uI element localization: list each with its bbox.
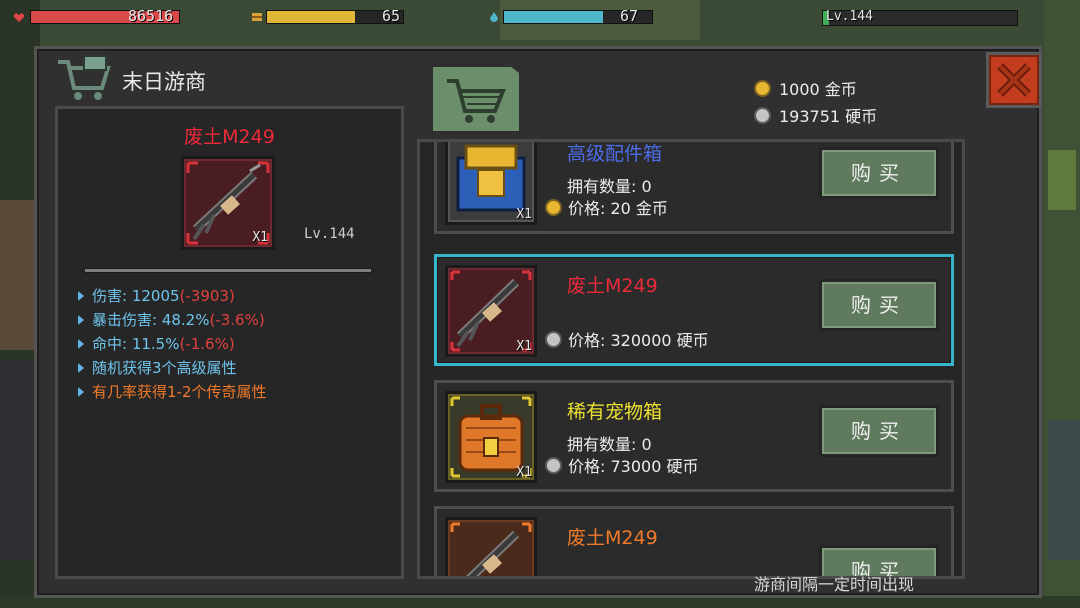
detail-qty: X1	[252, 230, 268, 245]
item-price: 价格: 20 金币	[545, 195, 668, 219]
item-name: 高级配件箱	[567, 143, 663, 165]
gold-coin-icon	[754, 79, 771, 97]
food-icon	[252, 13, 262, 21]
item-name: 废土M249	[567, 275, 658, 297]
close-button[interactable]	[986, 52, 1042, 108]
divider	[84, 268, 372, 273]
shop-item-row: X1 高级配件箱 拥有数量: 0 价格: 20 金币 购买	[434, 142, 954, 234]
item-name: 废土M249	[567, 527, 658, 549]
stat-crit-damage: 暴击伤害: 48.2% (-3.6%)	[78, 309, 265, 330]
heart-icon	[14, 13, 24, 22]
coin-balance: 193751 硬币	[754, 103, 877, 127]
buy-button[interactable]: 购买	[819, 147, 939, 199]
food-value: 65	[382, 7, 401, 25]
item-price: 价格: 73000 硬币	[545, 453, 698, 477]
buy-button[interactable]: 购买	[819, 405, 939, 457]
health-value: 86516	[128, 7, 174, 25]
gold-coin-icon	[545, 198, 562, 216]
shopping-cart-icon	[58, 55, 111, 100]
silver-coin-icon	[545, 330, 562, 348]
shop-tab[interactable]	[430, 64, 522, 134]
water-value: 67	[620, 7, 639, 25]
stat-accuracy: 命中: 11.5% (-1.6%)	[78, 333, 235, 354]
item-price: 价格: 320000 硬币	[545, 327, 709, 351]
item-owned-count: 拥有数量: 0	[567, 177, 652, 196]
item-slot: X1	[445, 142, 537, 225]
item-slot: X1	[445, 265, 537, 357]
detail-item-slot: X1	[181, 156, 275, 250]
stat-legendary-attributes: 有几率获得1-2个传奇属性	[78, 381, 267, 402]
shop-item-row: 废土M249 购买	[434, 506, 954, 576]
shop-item-row: X1 稀有宠物箱 拥有数量: 0 价格: 73000 硬币 购买	[434, 380, 954, 492]
silver-coin-icon	[545, 456, 562, 474]
item-slot: X1	[445, 391, 537, 483]
item-name: 稀有宠物箱	[567, 401, 663, 423]
buy-button[interactable]: 购买	[819, 279, 939, 331]
silver-coin-icon	[754, 106, 771, 124]
machine-gun-icon	[450, 522, 532, 576]
item-owned-count: 拥有数量: 0	[567, 435, 652, 454]
item-slot	[445, 517, 537, 576]
stat-random-attributes: 随机获得3个高级属性	[78, 357, 237, 378]
detail-item-level: Lv.144	[304, 226, 355, 242]
level-value: Lv.144	[826, 9, 873, 24]
shop-title: 末日游商	[122, 70, 206, 94]
merchant-interval-note: 游商间隔一定时间出现	[754, 575, 915, 594]
gold-balance: 1000 金币	[754, 76, 857, 100]
close-x-icon	[997, 63, 1031, 97]
detail-item-name: 废土M249	[184, 126, 275, 148]
cart-tab-icon	[447, 79, 506, 123]
water-drop-icon	[490, 12, 498, 22]
stat-damage: 伤害: 12005 (-3903)	[78, 285, 235, 306]
shop-item-list[interactable]: X1 高级配件箱 拥有数量: 0 价格: 20 金币 购买 X1 废土M249 …	[417, 139, 965, 579]
shop-item-row-selected[interactable]: X1 废土M249 价格: 320000 硬币 购买	[434, 254, 954, 366]
